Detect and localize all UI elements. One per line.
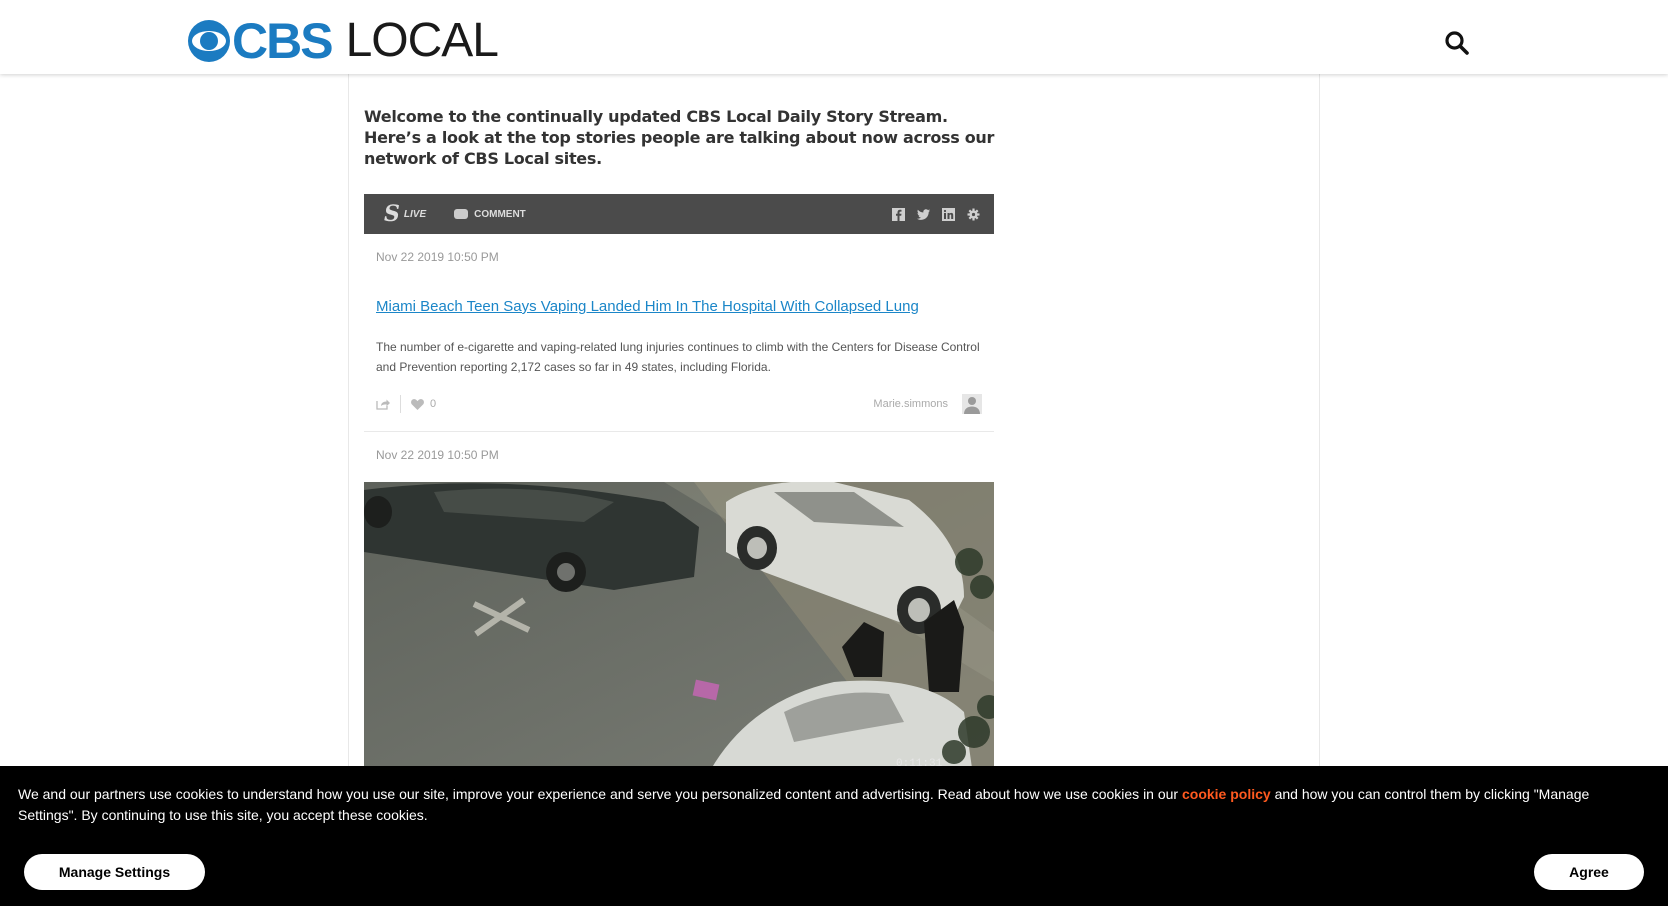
facebook-icon[interactable]	[892, 207, 905, 221]
user-icon	[964, 397, 980, 414]
author-avatar[interactable]	[962, 394, 982, 414]
post-timestamp: Nov 22 2019 10:50 PM	[376, 448, 499, 462]
comment-bubble-icon	[454, 209, 469, 219]
toolbar-share-icons	[892, 207, 980, 221]
story-post: Nov 22 2019 10:50 PM Miami Beach Teen Sa…	[364, 234, 994, 432]
search-icon[interactable]	[1444, 30, 1470, 56]
like-count: 0	[430, 398, 437, 410]
live-label: LIVE	[403, 208, 427, 220]
surveillance-photo: 0:11:31	[364, 482, 994, 782]
post-photo[interactable]: 0:11:31	[364, 482, 994, 782]
logo-local-text: LOCAL	[345, 14, 499, 67]
live-indicator: S LIVE	[384, 201, 426, 227]
agree-button[interactable]: Agree	[1534, 854, 1644, 890]
gear-icon[interactable]	[967, 208, 980, 221]
like-button[interactable]: 0	[411, 398, 436, 410]
cookie-text-start: We and our partners use cookies to under…	[18, 786, 1182, 802]
post-author[interactable]: Marie.simmons	[873, 398, 948, 410]
manage-settings-button[interactable]: Manage Settings	[24, 854, 205, 890]
post-timestamp: Nov 22 2019 10:50 PM	[376, 250, 499, 264]
twitter-icon[interactable]	[917, 208, 930, 221]
post-description: The number of e-cigarette and vaping-rel…	[376, 340, 980, 374]
cookie-banner: We and our partners use cookies to under…	[0, 766, 1668, 906]
post-footer: 0 Marie.simmons	[376, 377, 982, 431]
comment-label: COMMENT	[474, 208, 526, 220]
share-icon[interactable]	[376, 398, 390, 410]
site-header: CBS LOCAL	[0, 0, 1668, 74]
intro-text: Welcome to the continually updated CBS L…	[364, 107, 995, 168]
post-title-link[interactable]: Miami Beach Teen Says Vaping Landed Him …	[376, 298, 982, 315]
cbs-local-logo[interactable]: CBS LOCAL	[188, 13, 499, 69]
stream-logo-icon: S	[384, 201, 400, 227]
stream-toolbar: S LIVE COMMENT	[364, 194, 994, 234]
linkedin-icon[interactable]	[942, 207, 955, 221]
logo-brand-text: CBS	[232, 13, 334, 69]
heart-icon	[411, 398, 424, 410]
cbs-eye-icon	[188, 20, 230, 62]
cookie-message: We and our partners use cookies to under…	[18, 784, 1638, 826]
comment-button[interactable]: COMMENT	[454, 209, 526, 220]
footer-divider	[400, 395, 401, 413]
story-stream: S LIVE COMMENT Nov 22 2019 10:50 PM Miam…	[364, 194, 994, 782]
cookie-policy-link[interactable]: cookie policy	[1182, 786, 1271, 802]
